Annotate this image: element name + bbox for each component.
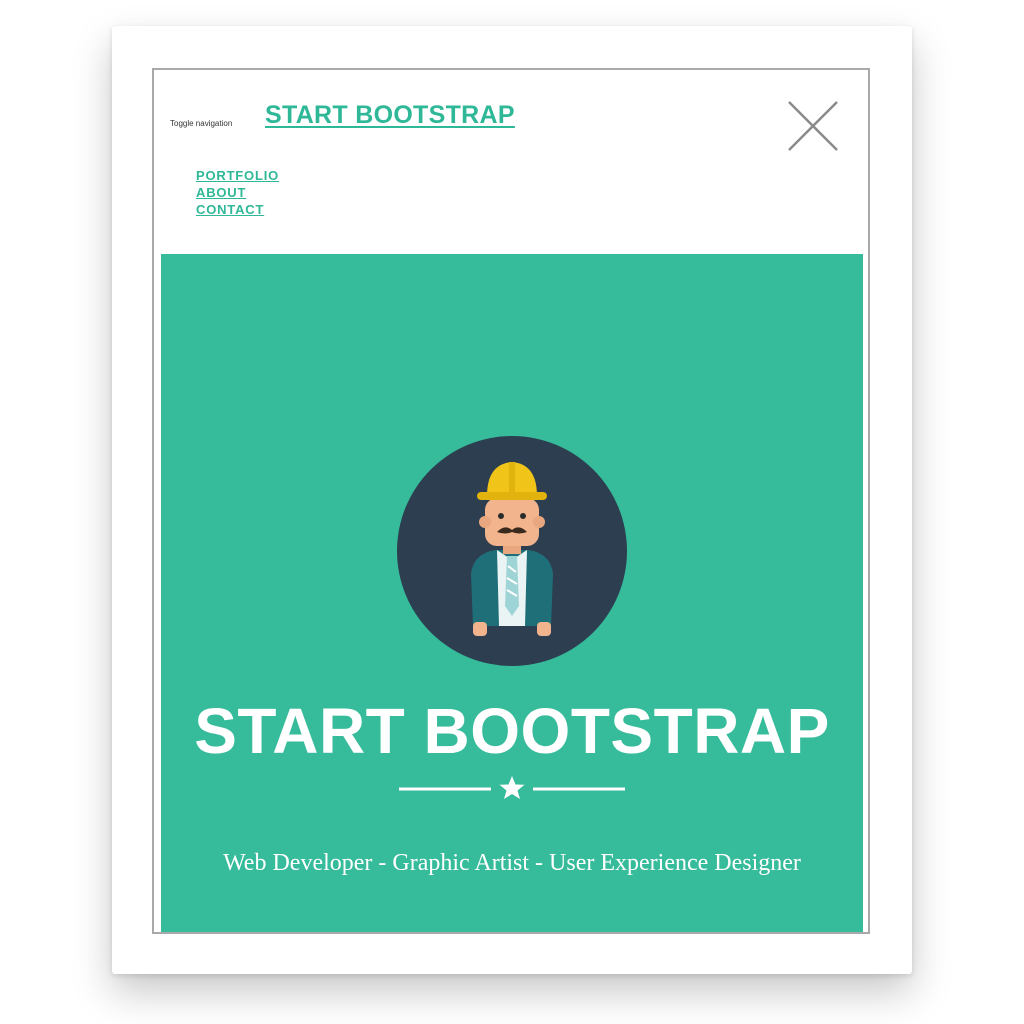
nav-item-contact: CONTACT — [196, 201, 279, 218]
nav-link-contact[interactable]: CONTACT — [196, 202, 264, 217]
nav-link-about[interactable]: ABOUT — [196, 185, 246, 200]
hero-header: START BOOTSTRAP Web Developer - Graphic … — [161, 254, 863, 932]
nav-item-portfolio: PORTFOLIO — [196, 167, 279, 184]
star-divider — [399, 772, 625, 802]
hero-skills-subtitle: Web Developer - Graphic Artist - User Ex… — [223, 850, 801, 876]
star-icon — [499, 776, 525, 799]
close-icon[interactable] — [786, 99, 840, 153]
developer-avatar-icon — [397, 436, 627, 666]
navbar-menu: PORTFOLIO ABOUT CONTACT — [196, 167, 279, 218]
navbar-brand-link[interactable]: START BOOTSTRAP — [265, 101, 515, 130]
nav-item-about: ABOUT — [196, 184, 279, 201]
toggle-navigation-label[interactable]: Toggle navigation — [170, 119, 232, 128]
nav-link-portfolio[interactable]: PORTFOLIO — [196, 168, 279, 183]
hero-title: START BOOTSTRAP — [194, 695, 830, 767]
